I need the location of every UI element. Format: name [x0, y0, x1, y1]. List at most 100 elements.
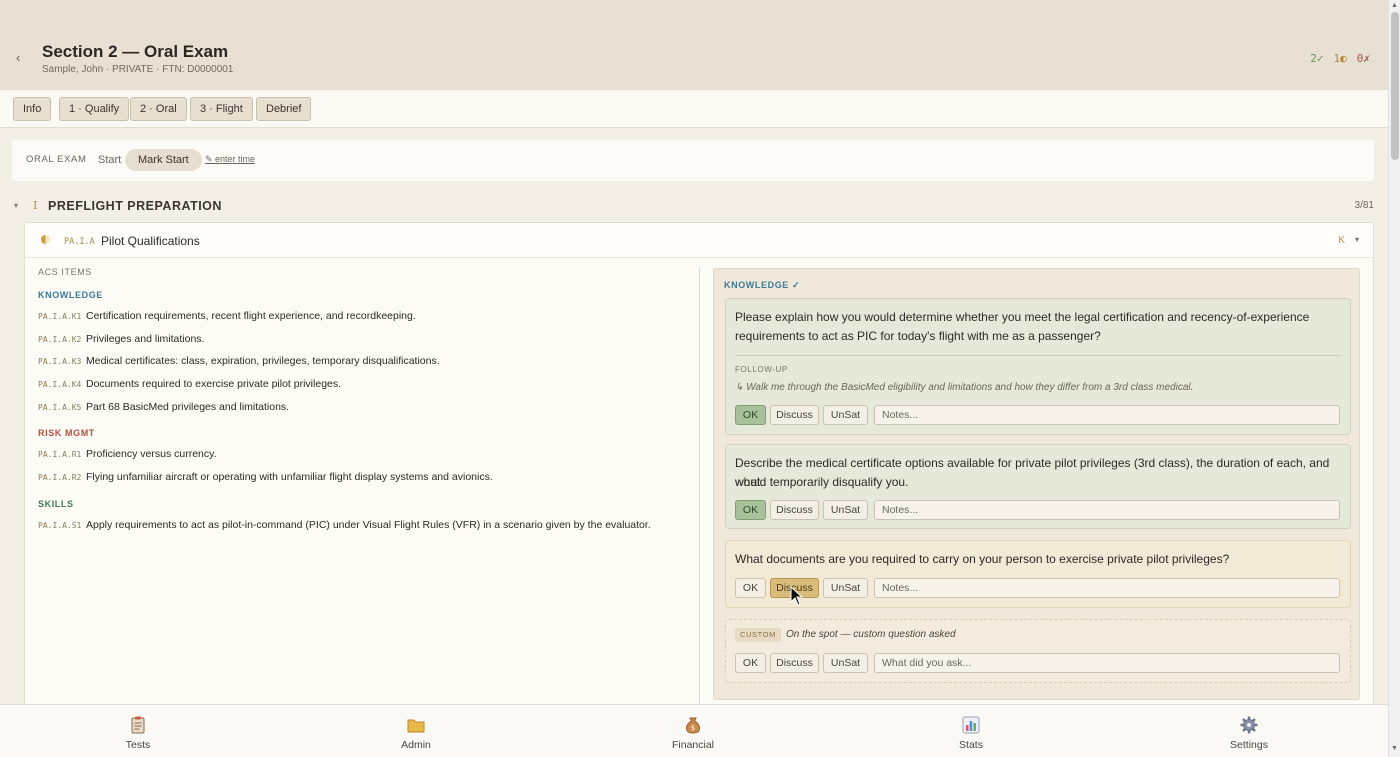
- acs-items-title: ACS ITEMS: [38, 267, 92, 277]
- area-of-operation-header[interactable]: ▾ I PREFLIGHT PREPARATION 3/81: [0, 196, 1388, 218]
- tab-info[interactable]: Info: [13, 97, 52, 121]
- acs-code: PA.I.A.K1: [38, 312, 82, 321]
- notes-input[interactable]: Notes...: [874, 500, 1340, 520]
- skills-heading: SKILLS: [38, 499, 74, 509]
- chevron-down-icon[interactable]: ▾: [1355, 235, 1359, 244]
- discuss-button[interactable]: Discuss: [770, 653, 819, 673]
- column-divider: [699, 267, 700, 723]
- exam-label: ORAL EXAM: [26, 154, 87, 165]
- knowledge-questions-panel: KNOWLEDGE ✓ Please explain how you would…: [713, 268, 1360, 700]
- gear-icon: [1240, 716, 1258, 734]
- acs-code: PA.I.A.S1: [38, 521, 82, 530]
- acs-code: PA.I.A.K4: [38, 380, 82, 389]
- grade-buttons: OK Discuss UnSat What did you ask...: [735, 653, 1341, 673]
- task-type-badge: K: [1338, 235, 1345, 246]
- unsat-button[interactable]: UnSat: [823, 578, 868, 598]
- bar-chart-icon: [962, 716, 980, 734]
- notes-input[interactable]: Notes...: [874, 578, 1340, 598]
- question-text-line: What documents are you required to carry…: [735, 552, 1230, 566]
- unsat-button[interactable]: UnSat: [823, 500, 868, 520]
- ok-button[interactable]: OK: [735, 405, 766, 425]
- candidate-subtitle: Sample, John · PRIVATE · FTN: D0000001: [42, 64, 234, 75]
- discuss-button[interactable]: Discuss: [770, 500, 819, 520]
- tab-oral[interactable]: 2 · Oral: [130, 97, 187, 121]
- tally-unsat: 0✗: [1356, 52, 1370, 65]
- task-card: PA.I.A Pilot Qualifications K ▾ ACS ITEM…: [24, 222, 1374, 723]
- folder-icon: [407, 719, 425, 733]
- scroll-up-icon[interactable]: ▲: [1391, 2, 1398, 9]
- ok-button[interactable]: OK: [735, 578, 766, 598]
- page-header: ‹ Section 2 — Oral Exam Sample, John · P…: [0, 0, 1388, 90]
- tab-debrief[interactable]: Debrief: [256, 97, 312, 121]
- collapse-caret-icon[interactable]: ▾: [14, 201, 18, 210]
- nav-label: Stats: [959, 739, 983, 751]
- page-title: Section 2 — Oral Exam: [42, 42, 229, 61]
- nav-settings[interactable]: Settings: [1209, 705, 1289, 757]
- task-header[interactable]: PA.I.A Pilot Qualifications K ▾: [25, 223, 1373, 258]
- acs-text: Privileges and limitations.: [86, 333, 205, 345]
- acs-code: PA.I.A.R1: [38, 450, 82, 459]
- mouse-pointer-icon: [790, 586, 804, 606]
- divider: [735, 355, 1341, 356]
- back-button[interactable]: ‹: [16, 50, 20, 65]
- tab-flight[interactable]: 3 · Flight: [190, 97, 253, 121]
- custom-question-label: On the spot — custom question asked: [786, 629, 956, 640]
- knowledge-heading: KNOWLEDGE: [38, 290, 103, 300]
- vertical-scrollbar[interactable]: ▲ ▼: [1388, 0, 1400, 757]
- task-name: Pilot Qualifications: [101, 234, 200, 248]
- section-numeral: I: [33, 199, 38, 212]
- grade-buttons: OK Discuss UnSat Notes...: [735, 578, 1341, 598]
- enter-time-link[interactable]: ✎ enter time: [205, 154, 255, 165]
- grade-buttons: OK Discuss UnSat Notes...: [735, 500, 1341, 520]
- followup-text: ↳ Walk me through the BasicMed eligibili…: [735, 382, 1194, 393]
- followup-label: FOLLOW-UP: [735, 365, 788, 374]
- exam-start-bar: ORAL EXAM Start Mark Start ✎ enter time: [12, 140, 1374, 181]
- acs-text: Medical certificates: class, expiration,…: [86, 355, 440, 367]
- grade-buttons: OK Discuss UnSat Notes...: [735, 405, 1341, 425]
- nav-label: Admin: [401, 739, 431, 751]
- section-name: PREFLIGHT PREPARATION: [48, 199, 222, 213]
- acs-code: PA.I.A.K5: [38, 403, 82, 412]
- nav-label: Tests: [125, 739, 151, 751]
- nav-stats[interactable]: Stats: [931, 705, 1011, 757]
- bottom-navigation: Tests Admin $ Financial Stats Settings: [0, 704, 1388, 757]
- custom-question-card: CUSTOM On the spot — custom question ask…: [725, 619, 1351, 683]
- svg-text:$: $: [691, 724, 695, 732]
- acs-code: PA.I.A.R2: [38, 473, 82, 482]
- task-code: PA.I.A: [64, 237, 95, 247]
- scrollbar-thumb[interactable]: [1391, 12, 1399, 160]
- tab-qualify[interactable]: 1 · Qualify: [59, 97, 130, 121]
- risk-mgmt-heading: RISK MGMT: [38, 428, 95, 438]
- section-tabs: Info 1 · Qualify 2 · Oral 3 · Flight Deb…: [0, 90, 1388, 128]
- half-complete-status-icon: [41, 235, 50, 244]
- tally-ok: 2✓: [1310, 52, 1324, 65]
- nav-financial[interactable]: $ Financial: [653, 705, 733, 757]
- nav-label: Financial: [671, 739, 715, 751]
- acs-text: Apply requirements to act as pilot-in-co…: [86, 519, 651, 531]
- nav-tests[interactable]: Tests: [98, 705, 178, 757]
- custom-question-input[interactable]: What did you ask...: [874, 653, 1340, 673]
- money-bag-icon: $: [685, 717, 701, 734]
- notes-input[interactable]: Notes...: [874, 405, 1340, 425]
- unsat-button[interactable]: UnSat: [823, 653, 868, 673]
- discuss-button[interactable]: Discuss: [770, 405, 819, 425]
- question-card: Describe the medical certificate options…: [725, 444, 1351, 529]
- ok-button[interactable]: OK: [735, 653, 766, 673]
- nav-admin[interactable]: Admin: [376, 705, 456, 757]
- ok-button[interactable]: OK: [735, 500, 766, 520]
- unsat-button[interactable]: UnSat: [823, 405, 868, 425]
- acs-text: Flying unfamiliar aircraft or operating …: [86, 471, 493, 483]
- section-progress: 3/81: [1354, 200, 1374, 211]
- nav-label: Settings: [1230, 739, 1268, 751]
- tally-discuss: 1◐: [1333, 52, 1347, 65]
- question-card: Please explain how you would determine w…: [725, 298, 1351, 435]
- question-card: What documents are you required to carry…: [725, 540, 1351, 608]
- acs-code: PA.I.A.K2: [38, 335, 82, 344]
- acs-code: PA.I.A.K3: [38, 357, 82, 366]
- knowledge-questions-header: KNOWLEDGE ✓: [724, 280, 801, 290]
- mark-start-button[interactable]: Mark Start: [125, 149, 202, 171]
- acs-text: Documents required to exercise private p…: [86, 378, 342, 390]
- question-text-line: requirements to act as PIC for today's f…: [735, 329, 1101, 343]
- start-label: Start: [98, 154, 122, 166]
- scroll-down-icon[interactable]: ▼: [1391, 745, 1398, 752]
